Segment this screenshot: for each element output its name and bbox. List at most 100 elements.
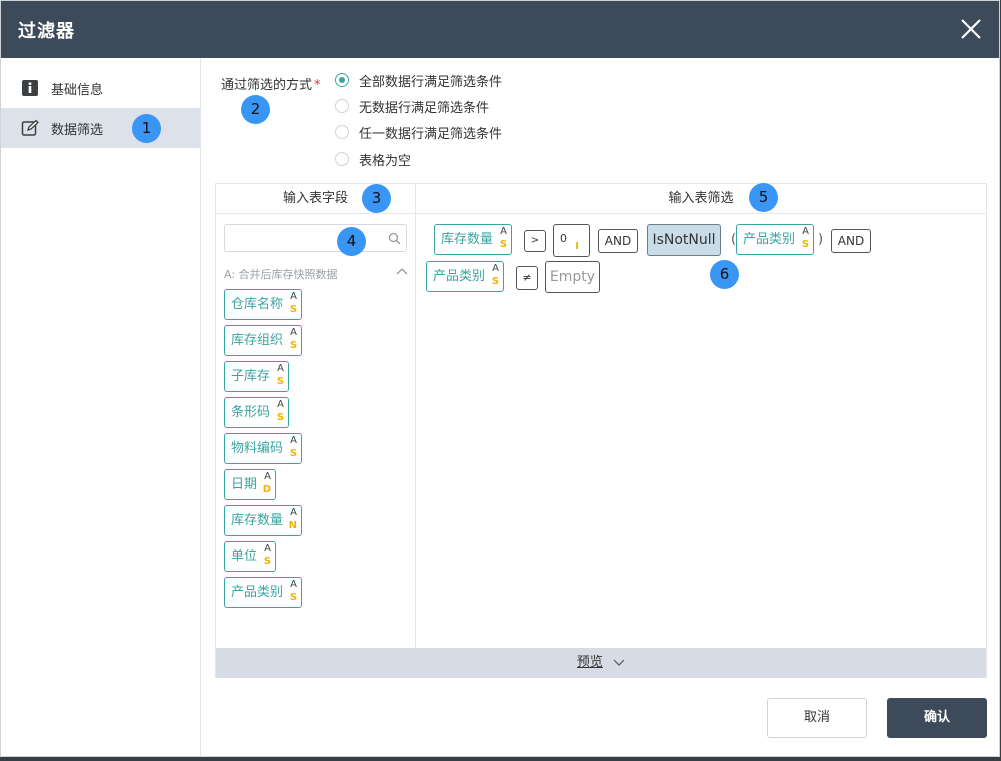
search-icon [388, 232, 401, 245]
field-source: A [500, 226, 508, 237]
field-source: A [290, 579, 298, 590]
info-icon [22, 80, 38, 96]
field-name: 库存数量 [231, 513, 284, 528]
radio-button[interactable] [335, 152, 349, 166]
filter-mode-label-text: 通过筛选的方式 [221, 78, 313, 93]
logic-and-operator[interactable]: AND [831, 229, 871, 253]
sidebar-item-data-filter[interactable]: 数据筛选 [1, 108, 200, 148]
field-name: 库存组织 [231, 333, 284, 348]
filter-mode-label: 通过筛选的方式 * [221, 74, 321, 93]
field-source: A [290, 507, 298, 518]
field-name: 产品类别 [433, 269, 486, 284]
field-source: A [802, 226, 810, 237]
field-source: A [290, 435, 298, 446]
expr-field-stock-qty[interactable]: 库存数量 A S [434, 224, 513, 255]
operator-greater-than[interactable]: > [524, 230, 546, 252]
field-chip[interactable]: 子库存 A S [224, 361, 290, 392]
field-source: A [264, 543, 272, 554]
operator-not-equal[interactable]: ≠ [516, 266, 538, 290]
field-name: 单位 [231, 549, 258, 564]
field-type: S [289, 592, 298, 603]
field-type: S [276, 412, 285, 423]
radio-label: 无数据行满足筛选条件 [359, 100, 490, 116]
field-chip[interactable]: 产品类别 A S [224, 577, 303, 608]
radio-label: 全部数据行满足筛选条件 [359, 74, 503, 90]
field-name: 条形码 [231, 405, 271, 420]
radio-label: 表格为空 [359, 153, 412, 169]
field-group-title: A: 合并后库存快照数据 [224, 268, 338, 281]
field-name: 物料编码 [231, 441, 284, 456]
field-source: A [290, 327, 298, 338]
close-icon[interactable] [957, 15, 985, 43]
radio-option-all-rows[interactable]: 全部数据行满足筛选条件 [335, 70, 502, 90]
field-name: 产品类别 [743, 232, 796, 247]
field-chip[interactable]: 条形码 A S [224, 397, 290, 428]
field-name: 日期 [231, 477, 258, 492]
annotation-marker-2: 2 [241, 95, 270, 124]
field-search-input[interactable] [224, 224, 407, 252]
field-name: 子库存 [231, 369, 271, 384]
field-chip[interactable]: 物料编码 A S [224, 433, 303, 464]
field-type: S [499, 239, 508, 250]
radio-option-any-row[interactable]: 任一数据行满足筛选条件 [335, 122, 502, 142]
annotation-marker-1: 1 [132, 114, 161, 143]
expr-field-product-category[interactable]: 产品类别 A S [426, 261, 505, 292]
annotation-marker-4: 4 [337, 227, 366, 256]
field-type: S [289, 304, 298, 315]
radio-option-table-empty[interactable]: 表格为空 [335, 149, 411, 169]
isnotnull-function[interactable]: IsNotNull [647, 224, 721, 256]
field-source: A [277, 363, 285, 374]
annotation-marker-6: 6 [710, 260, 739, 289]
preview-toggle[interactable]: 预览 [216, 648, 986, 678]
sidebar-item-basic-info[interactable]: 基础信息 [1, 68, 200, 108]
filter-column-header: 输入表筛选 [416, 184, 986, 214]
value-text: 0 [560, 232, 567, 245]
chevron-up-icon[interactable] [396, 267, 408, 275]
field-chip[interactable]: 仓库名称 A S [224, 289, 303, 320]
filter-editor-panel: 输入表字段 A: 合并后库存快照数据 仓库名称 A S 库存组织 A S 子库存… [215, 183, 987, 678]
logic-and-operator[interactable]: AND [598, 229, 638, 253]
field-type: S [289, 340, 298, 351]
field-type: N [288, 520, 298, 531]
field-name: 产品类别 [231, 585, 284, 600]
sidebar-item-label: 数据筛选 [51, 123, 104, 138]
close-paren: ) [818, 232, 824, 247]
field-type: D [262, 484, 272, 495]
radio-label: 任一数据行满足筛选条件 [359, 126, 503, 142]
field-type: S [289, 448, 298, 459]
field-chip[interactable]: 库存组织 A S [224, 325, 303, 356]
required-mark: * [314, 78, 321, 93]
preview-label: 预览 [576, 655, 603, 670]
sidebar: 基础信息 数据筛选 [1, 58, 201, 756]
cancel-button[interactable]: 取消 [767, 698, 867, 738]
radio-button[interactable] [335, 99, 349, 113]
field-source: A [264, 471, 272, 482]
chevron-down-icon [613, 659, 625, 666]
field-name: 仓库名称 [231, 297, 284, 312]
field-type: S [801, 239, 810, 250]
field-type: S [263, 556, 272, 567]
empty-value-placeholder[interactable]: Empty [545, 261, 600, 293]
field-chip[interactable]: 库存数量 A N [224, 505, 303, 536]
radio-option-no-rows[interactable]: 无数据行满足筛选条件 [335, 96, 489, 116]
dialog-title: 过滤器 [18, 21, 75, 42]
field-name: 库存数量 [441, 232, 494, 247]
field-type: S [276, 376, 285, 387]
fields-column: 输入表字段 A: 合并后库存快照数据 仓库名称 A S 库存组织 A S 子库存… [216, 184, 416, 648]
confirm-button[interactable]: 确认 [887, 698, 987, 738]
radio-button[interactable] [335, 73, 349, 87]
field-chip[interactable]: 日期 A D [224, 469, 277, 500]
radio-button[interactable] [335, 125, 349, 139]
field-type: S [491, 276, 500, 287]
expr-field-product-category[interactable]: 产品类别 A S [736, 224, 815, 255]
field-source: A [290, 291, 298, 302]
value-input[interactable]: 0 I [553, 224, 590, 257]
edit-icon [21, 119, 39, 136]
sidebar-item-label: 基础信息 [51, 83, 104, 98]
filter-dialog: 过滤器 基础信息 数据筛选 1 通过筛选的方式 * 2 全部数据行满足筛选条件 … [0, 0, 1000, 757]
field-chip[interactable]: 单位 A S [224, 541, 277, 572]
annotation-marker-3: 3 [362, 184, 391, 213]
value-type: I [575, 241, 579, 252]
dialog-titlebar: 过滤器 [1, 1, 999, 58]
annotation-marker-5: 5 [749, 183, 778, 212]
